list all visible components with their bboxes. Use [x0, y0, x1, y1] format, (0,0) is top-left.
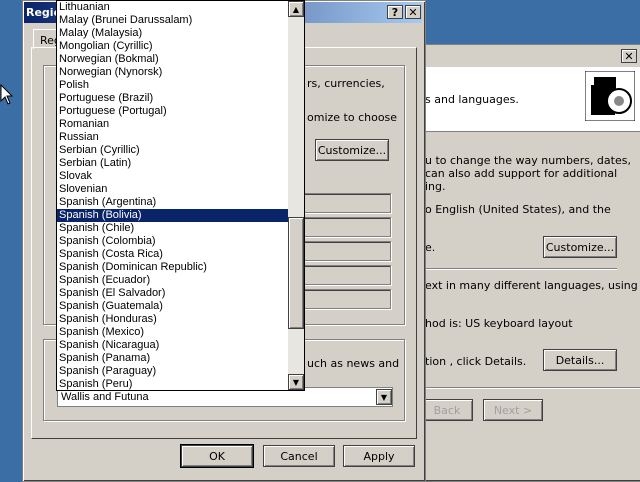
list-item[interactable]: Malay (Malaysia) [57, 27, 290, 40]
list-item[interactable]: Spanish (Mexico) [57, 326, 290, 339]
body-text-1: u to change the way numbers, dates, [425, 154, 631, 167]
list-item[interactable]: Spanish (Chile) [57, 222, 290, 235]
list-item[interactable]: Romanian [57, 118, 290, 131]
body-text-4: o English (United States), and the [425, 203, 611, 216]
dropdown-items: Lithuanian Malay (Brunei Darussalam) Malay… [57, 1, 290, 390]
standards-text-2: omize to choose [307, 111, 398, 124]
cancel-button[interactable]: Cancel [263, 445, 335, 467]
location-text: uch as news and [307, 357, 400, 370]
list-item[interactable]: Malay (Brunei Darussalam) [57, 14, 290, 27]
list-item[interactable]: Mongolian (Cyrillic) [57, 40, 290, 53]
list-item[interactable]: Spanish (Guatemala) [57, 300, 290, 313]
sample-number-field [303, 193, 391, 213]
list-item[interactable]: Serbian (Cyrillic) [57, 144, 290, 157]
list-item[interactable]: Spanish (Peru) [57, 378, 290, 390]
divider-bottom [425, 387, 640, 389]
body-text-8: tion , click Details. [425, 355, 527, 368]
list-item[interactable]: Portuguese (Brazil) [57, 92, 290, 105]
chevron-down-icon[interactable]: ▼ [376, 389, 392, 405]
scroll-thumb[interactable] [288, 217, 304, 329]
scroll-down-icon[interactable]: ▼ [288, 374, 304, 390]
body-text-6: ext in many different languages, using [425, 279, 638, 292]
help-button[interactable]: ? [387, 5, 403, 19]
sample-currency-field [303, 217, 391, 237]
customize-button[interactable]: Customize... [315, 139, 389, 161]
list-item[interactable]: Spanish (Colombia) [57, 235, 290, 248]
close-button[interactable]: ✕ [621, 49, 637, 63]
sample-time-field [303, 241, 391, 261]
body-text-3: ing. [425, 180, 446, 193]
body-text-7: hod is: US keyboard layout [425, 317, 573, 330]
list-item[interactable]: Norwegian (Nynorsk) [57, 66, 290, 79]
back-button[interactable]: Back [421, 399, 473, 421]
header-subtitle: s and languages. [425, 93, 519, 106]
location-value: Wallis and Futuna [61, 391, 149, 403]
list-item[interactable]: Slovak [57, 170, 290, 183]
scroll-up-icon[interactable]: ▲ [288, 1, 304, 17]
location-dropdown-list[interactable]: Lithuanian Malay (Brunei Darussalam) Malay… [56, 0, 305, 391]
customize-button[interactable]: Customize... [543, 236, 617, 258]
list-item[interactable]: Slovenian [57, 183, 290, 196]
list-item[interactable]: Spanish (Argentina) [57, 196, 290, 209]
divider [425, 268, 617, 270]
standards-text-1: rs, currencies, [307, 77, 385, 90]
close-button[interactable]: ✕ [405, 5, 421, 19]
list-item[interactable]: Russian [57, 131, 290, 144]
mouse-cursor-icon [0, 84, 14, 105]
list-item[interactable]: Spanish (Costa Rica) [57, 248, 290, 261]
globe-book-icon [585, 71, 635, 121]
list-item[interactable]: Portuguese (Portugal) [57, 105, 290, 118]
list-item[interactable]: Spanish (Bolivia) [57, 209, 290, 222]
apply-button[interactable]: Apply [343, 445, 415, 467]
body-text-2: can also add support for additional [425, 167, 618, 180]
list-item[interactable]: Spanish (Honduras) [57, 313, 290, 326]
setup-wizard-window: ✕ s and languages. u to change the way n… [421, 44, 640, 482]
title-bar [425, 45, 640, 67]
back-label: Back [433, 403, 461, 417]
list-item[interactable]: Lithuanian [57, 1, 290, 14]
list-item[interactable]: Spanish (El Salvador) [57, 287, 290, 300]
list-item[interactable]: Spanish (Panama) [57, 352, 290, 365]
next-button[interactable]: Next > [483, 399, 543, 421]
dropdown-scrollbar[interactable]: ▲ ▼ [288, 1, 304, 390]
body-text-5: e. [425, 241, 436, 254]
list-item[interactable]: Polish [57, 79, 290, 92]
list-item[interactable]: Spanish (Paraguay) [57, 365, 290, 378]
details-button[interactable]: Details... [543, 349, 617, 371]
list-item[interactable]: Spanish (Nicaragua) [57, 339, 290, 352]
sample-long-date-field [303, 289, 391, 309]
list-item[interactable]: Norwegian (Bokmal) [57, 53, 290, 66]
list-item[interactable]: Spanish (Dominican Republic) [57, 261, 290, 274]
ok-button[interactable]: OK [180, 444, 254, 468]
list-item[interactable]: Serbian (Latin) [57, 157, 290, 170]
sample-short-date-field [303, 265, 391, 285]
list-item[interactable]: Spanish (Ecuador) [57, 274, 290, 287]
